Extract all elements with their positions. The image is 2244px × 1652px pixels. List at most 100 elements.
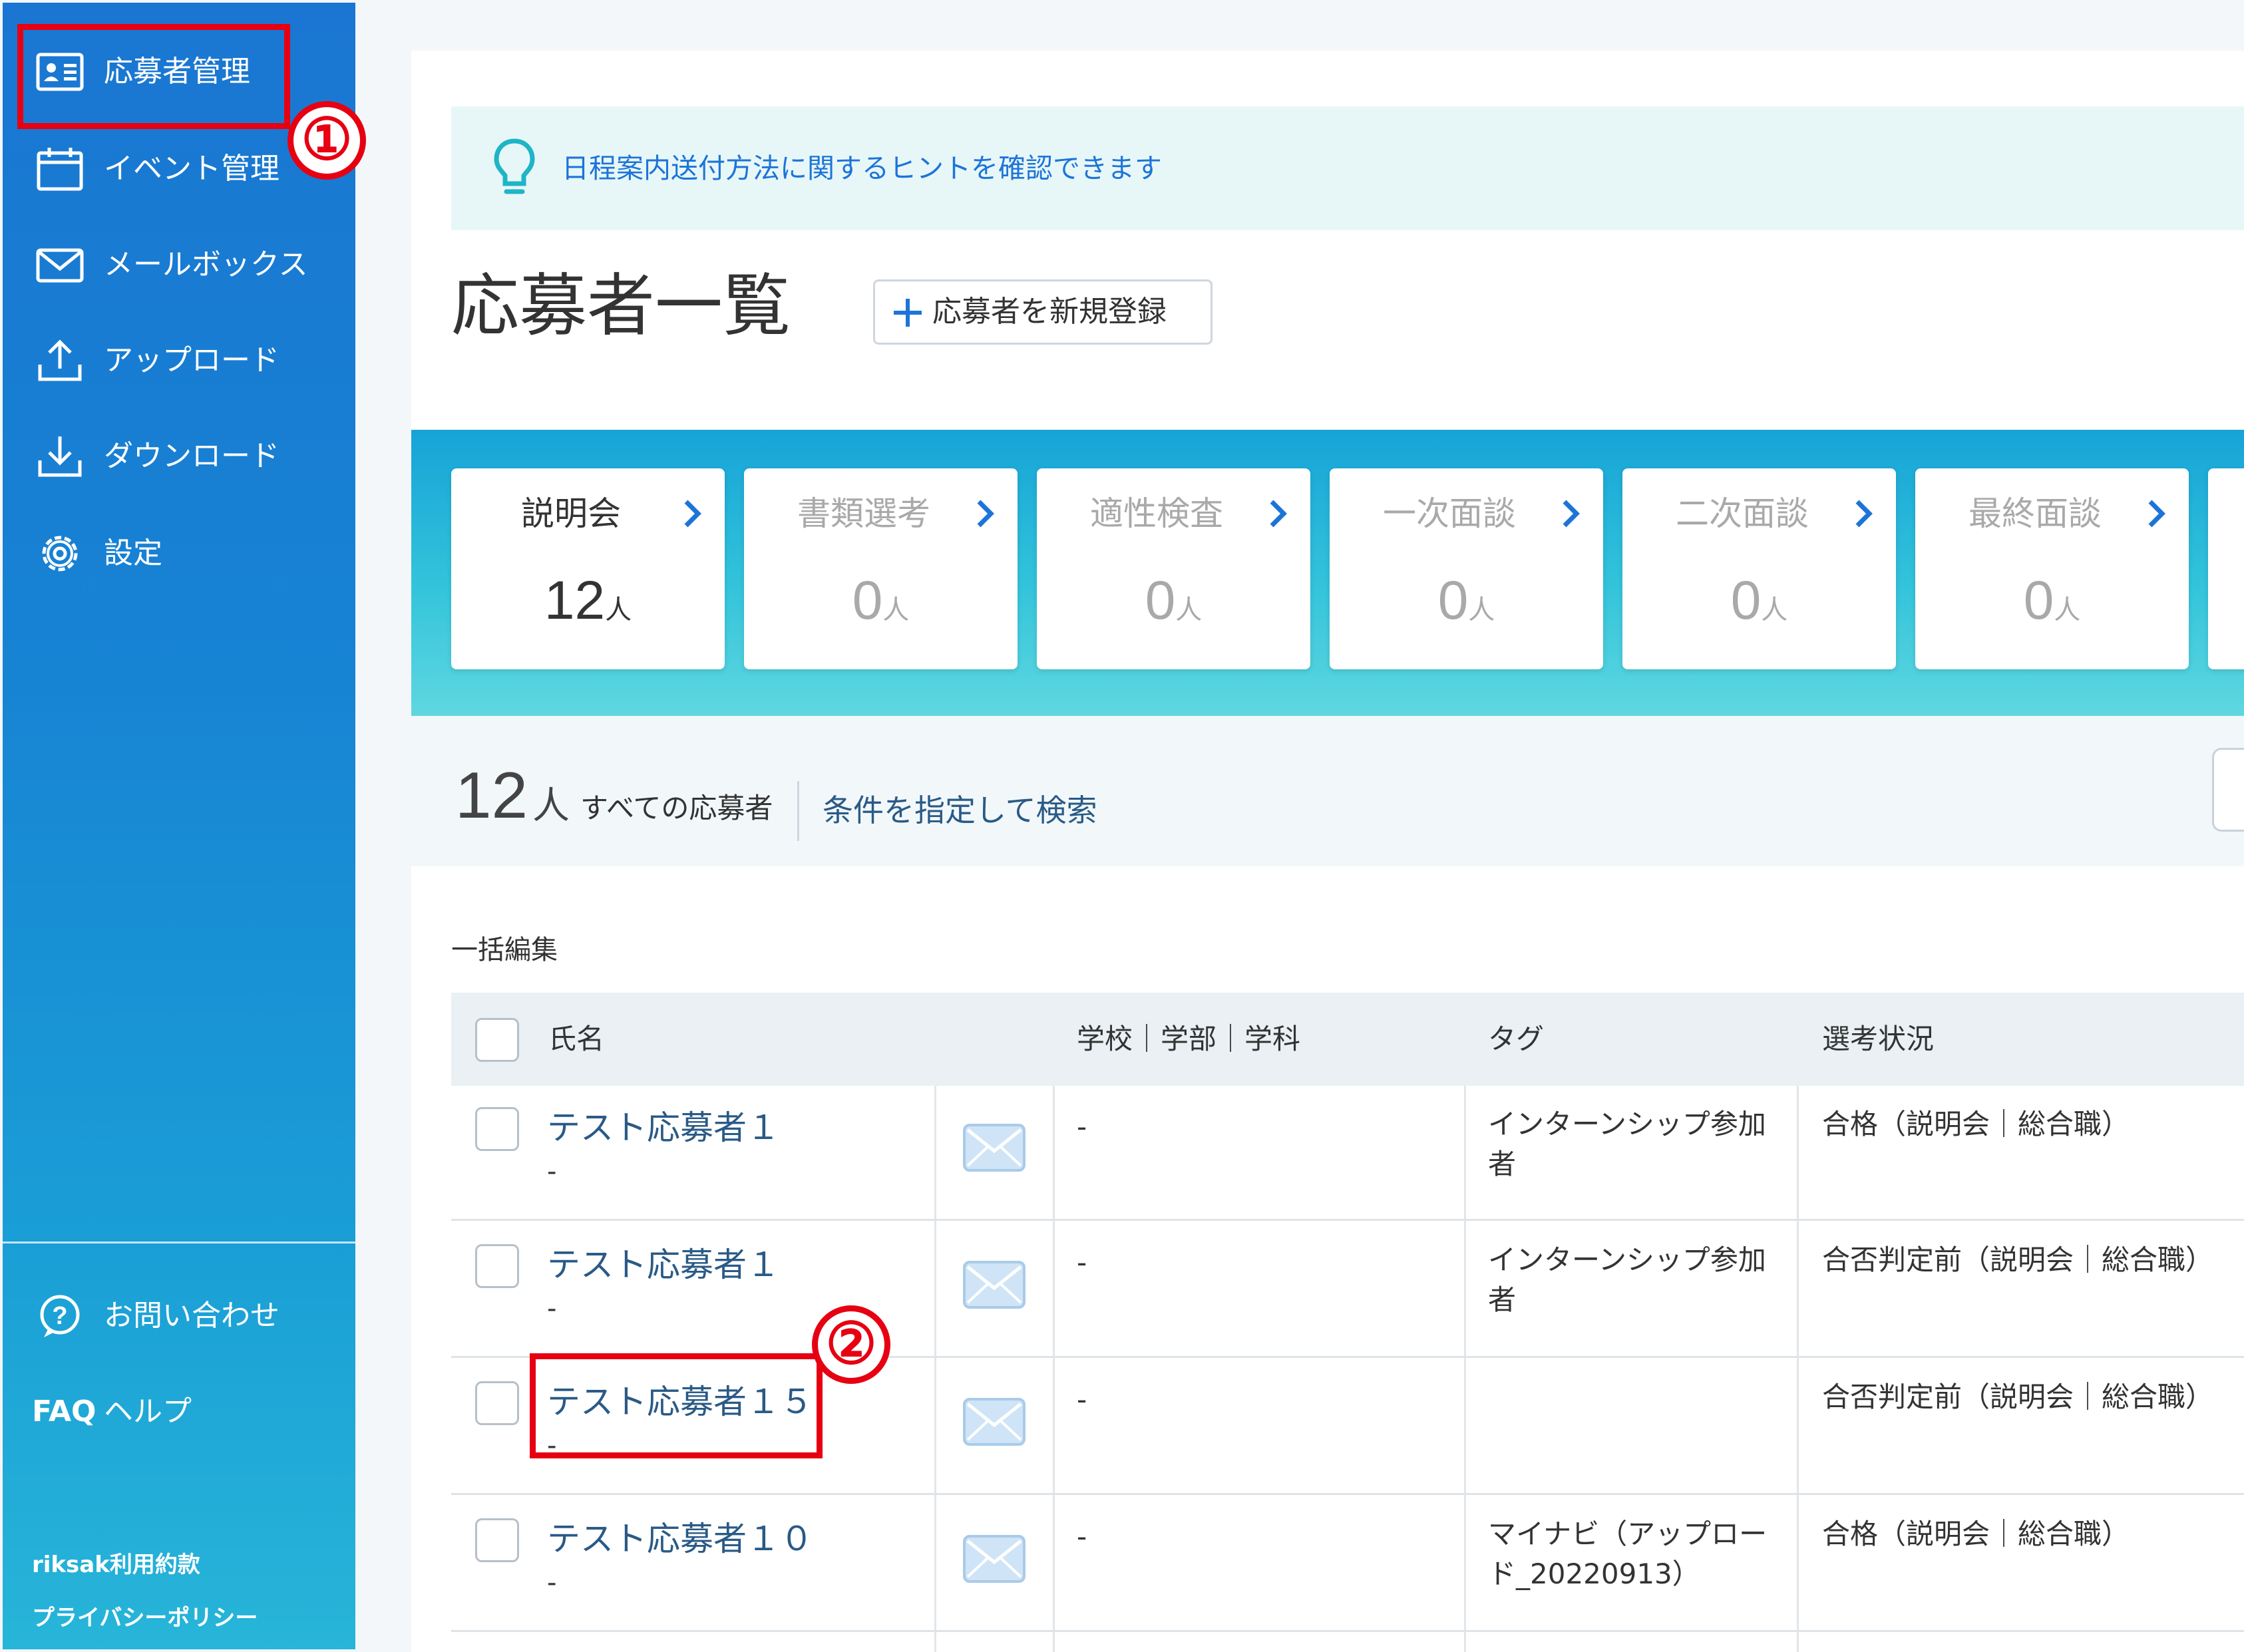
nav-label: メールボックス	[104, 248, 308, 281]
row-checkbox[interactable]	[475, 1244, 519, 1288]
tag-cell-line2: ド_20220913）	[1488, 1558, 1700, 1590]
stage-count: 0	[1437, 570, 1469, 631]
stage-count-unit: 人	[1468, 595, 1495, 625]
plus-icon	[894, 299, 922, 327]
total-count-unit: 人	[532, 784, 570, 828]
lightbulb-icon	[494, 138, 535, 194]
row-checkbox[interactable]	[475, 1381, 519, 1425]
stage-card-first-interview[interactable]: 一次面談 0人	[1330, 468, 1603, 669]
advanced-search-link[interactable]: 条件を指定して検索	[823, 784, 1097, 837]
sidebar-divider	[3, 1241, 355, 1243]
header-school: 学校｜学部｜学科	[1077, 1023, 1301, 1055]
mail-icon[interactable]	[962, 1534, 1026, 1583]
applicant-name-link[interactable]: テスト応募者１０	[547, 1516, 813, 1562]
stage-name: 二次面談	[1676, 494, 1809, 533]
header-name: 氏名	[548, 1023, 605, 1055]
side-panel-tab[interactable]	[2212, 748, 2244, 832]
chevron-right-icon	[2148, 500, 2165, 528]
row-divider	[451, 1219, 2244, 1221]
help-circle-icon: ?	[40, 1295, 80, 1337]
status-cell: 合否判定前（説明会｜総合職）	[1822, 1243, 2214, 1276]
column-divider	[1053, 1086, 1055, 1652]
stage-count-unit: 人	[605, 595, 632, 625]
applicant-name-link[interactable]: テスト応募者１	[547, 1104, 780, 1151]
stage-count-unit: 人	[1761, 595, 1788, 625]
column-divider	[934, 1086, 936, 1652]
stage-card-final-interview[interactable]: 最終面談 0人	[1915, 468, 2189, 669]
annotation-step-2: ②	[812, 1305, 890, 1384]
total-count: 12	[455, 758, 528, 832]
nav-settings[interactable]: 設定	[3, 514, 355, 593]
stage-name: 説明会	[521, 494, 621, 533]
faq-icon: FAQ	[32, 1395, 96, 1428]
status-cell: 合格（説明会｜総合職）	[1822, 1518, 2130, 1550]
stage-card-aptitude-test[interactable]: 適性検査 0人	[1037, 468, 1310, 669]
nav-label: ヘルプ	[104, 1395, 192, 1428]
nav-upload[interactable]: アップロード	[3, 321, 355, 401]
stage-name: 書類選考	[797, 494, 930, 533]
column-divider	[1464, 1086, 1466, 1652]
stage-count: 0	[2023, 570, 2054, 631]
nav-label: アップロード	[104, 343, 280, 377]
gear-icon	[42, 536, 78, 572]
stage-card-more[interactable]	[2208, 468, 2244, 669]
header-tag: タグ	[1488, 1023, 1545, 1055]
tag-cell-line1: マイナビ（アップロー	[1488, 1518, 1768, 1550]
school-cell: -	[1077, 1246, 1087, 1279]
chevron-right-icon	[684, 500, 701, 528]
register-applicant-label: 応募者を新規登録	[932, 295, 1167, 329]
mail-icon	[36, 248, 84, 283]
school-cell: -	[1077, 1520, 1087, 1553]
status-cell: 合格（説明会｜総合職）	[1822, 1108, 2130, 1140]
applicant-name-link[interactable]: テスト応募者１	[547, 1241, 780, 1288]
mail-icon[interactable]	[962, 1123, 1026, 1172]
stage-count-unit: 人	[882, 595, 910, 625]
privacy-policy-link[interactable]: プライバシーポリシー	[32, 1599, 258, 1632]
column-divider	[1797, 1086, 1799, 1652]
tag-cell-line1: インターンシップ参加	[1488, 1243, 1766, 1276]
stage-card-explanation[interactable]: 説明会 12人	[451, 468, 725, 669]
applicant-sub: -	[547, 1156, 557, 1187]
nav-label: 設定	[104, 536, 162, 570]
mail-icon[interactable]	[962, 1397, 1026, 1446]
row-checkbox[interactable]	[475, 1107, 519, 1151]
stage-count: 0	[852, 570, 883, 631]
page-title: 応募者一覧	[451, 267, 791, 346]
bulk-edit-label: 一括編集	[451, 935, 558, 965]
school-cell: -	[1077, 1110, 1087, 1143]
annotation-box-2	[530, 1353, 823, 1458]
nav-contact[interactable]: ? お問い合わせ	[3, 1276, 355, 1356]
stage-count: 0	[1730, 570, 1762, 631]
nav-download[interactable]: ダウンロード	[3, 416, 355, 496]
row-checkbox[interactable]	[475, 1518, 519, 1562]
stage-card-second-interview[interactable]: 二次面談 0人	[1622, 468, 1896, 669]
stage-count-unit: 人	[2054, 595, 2081, 625]
tag-cell-line2: 者	[1488, 1148, 1517, 1180]
tag-cell-line2: 者	[1488, 1283, 1517, 1316]
chevron-right-icon	[1270, 500, 1287, 528]
calendar-icon	[37, 148, 83, 191]
download-icon	[38, 436, 82, 477]
header-status: 選考状況	[1822, 1023, 1935, 1055]
school-cell: -	[1077, 1383, 1087, 1416]
upload-icon	[38, 339, 82, 381]
register-applicant-button[interactable]: 応募者を新規登録	[873, 279, 1213, 345]
applicant-sub: -	[547, 1293, 557, 1324]
sidebar: 応募者管理 イベント管理 メールボックス アップロード ダウンロード 設定 ? …	[3, 3, 355, 1649]
nav-mailbox[interactable]: メールボックス	[3, 225, 355, 305]
chevron-right-icon	[977, 500, 994, 528]
stage-count: 0	[1145, 570, 1176, 631]
stage-card-document-screening[interactable]: 書類選考 0人	[744, 468, 1018, 669]
chevron-right-icon	[1563, 500, 1580, 528]
nav-label: ダウンロード	[104, 439, 280, 473]
hint-link[interactable]: 日程案内送付方法に関するヒントを確認できます	[562, 106, 1162, 230]
mail-icon[interactable]	[962, 1260, 1026, 1309]
row-divider	[451, 1493, 2244, 1495]
stage-count-unit: 人	[1175, 595, 1203, 625]
nav-faq-help[interactable]: FAQ ヘルプ	[3, 1372, 355, 1452]
select-all-checkbox[interactable]	[475, 1018, 519, 1062]
status-cell: 合否判定前（説明会｜総合職）	[1822, 1381, 2214, 1413]
stage-name: 一次面談	[1383, 494, 1516, 533]
terms-link[interactable]: riksak利用約款	[32, 1546, 200, 1579]
annotation-box-1	[17, 24, 290, 129]
